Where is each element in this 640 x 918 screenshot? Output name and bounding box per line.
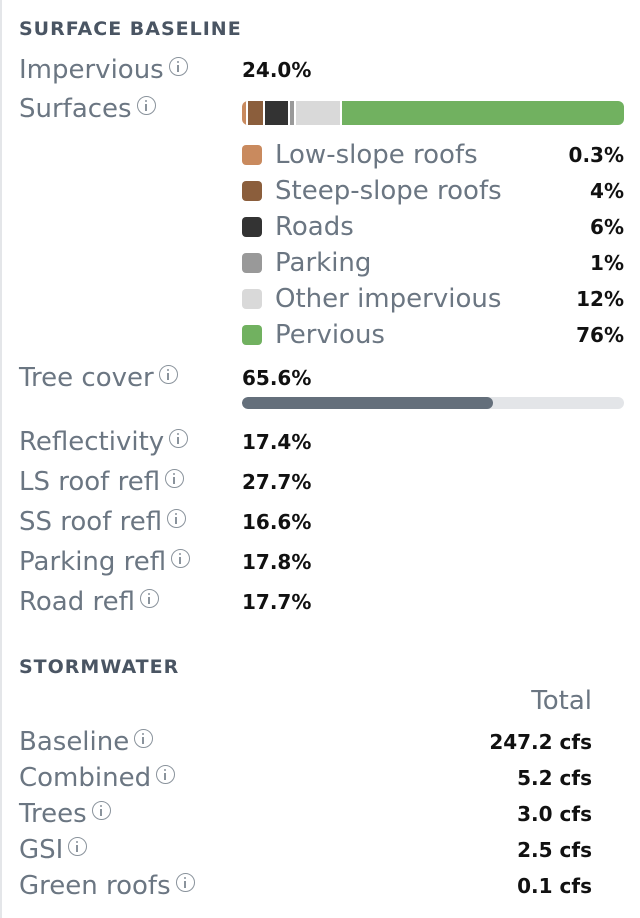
legend-label: Low-slope roofs <box>275 140 478 170</box>
legend-percent: 12% <box>576 287 624 311</box>
stormwater-baseline-row: Baseline 247.2 cfs <box>19 727 592 757</box>
surfaces-stacked-bar <box>242 101 624 125</box>
legend-label: Other impervious <box>275 284 502 314</box>
info-icon[interactable] <box>165 469 185 488</box>
legend-item-roads: Roads 6% <box>242 212 624 242</box>
info-icon[interactable] <box>68 837 88 856</box>
reflectivity-row: Reflectivity 17.4% <box>19 427 624 457</box>
info-icon[interactable] <box>168 57 188 76</box>
reflectivity-value: 17.4% <box>242 430 312 454</box>
tree-cover-progress-bar <box>242 397 624 409</box>
legend-label: Parking <box>275 248 372 278</box>
legend-percent: 0.3% <box>568 143 624 167</box>
road-refl-row: Road refl 17.7% <box>19 587 624 617</box>
parking-refl-row: Parking refl 17.8% <box>19 547 624 577</box>
green-roofs-value: 0.1 cfs <box>517 874 592 898</box>
info-icon[interactable] <box>169 429 189 448</box>
legend-swatch <box>242 145 262 165</box>
gsi-label: GSI <box>19 835 64 865</box>
legend-label: Steep-slope roofs <box>275 176 502 206</box>
legend-item-pervious: Pervious 76% <box>242 320 624 350</box>
ss-roof-refl-row: SS roof refl 16.6% <box>19 507 624 537</box>
stormwater-combined-row: Combined 5.2 cfs <box>19 763 592 793</box>
tree-cover-row: Tree cover 65.6% <box>19 363 624 393</box>
legend-item-low-slope-roofs: Low-slope roofs 0.3% <box>242 140 624 170</box>
info-icon[interactable] <box>136 96 156 115</box>
legend-percent: 4% <box>590 179 624 203</box>
info-icon[interactable] <box>158 365 178 384</box>
info-icon[interactable] <box>171 549 191 568</box>
legend-item-other-impervious: Other impervious 12% <box>242 284 624 314</box>
legend-swatch <box>242 253 262 273</box>
combined-value: 5.2 cfs <box>517 766 592 790</box>
combined-label: Combined <box>19 763 152 793</box>
tree-cover-value: 65.6% <box>242 366 312 390</box>
ls-roof-refl-value: 27.7% <box>242 470 312 494</box>
green-roofs-label: Green roofs <box>19 871 171 901</box>
reflectivity-label: Reflectivity <box>19 427 165 457</box>
legend-item-parking: Parking 1% <box>242 248 624 278</box>
surfaces-bar-segment-other-impervious <box>295 101 343 125</box>
tree-cover-label: Tree cover <box>19 363 154 393</box>
surfaces-bar-segment-roads <box>265 101 290 125</box>
surface-baseline-heading: SURFACE BASELINE <box>19 18 242 40</box>
baseline-value: 247.2 cfs <box>489 730 592 754</box>
legend-swatch <box>242 325 262 345</box>
legend-swatch <box>242 217 262 237</box>
panel-left-border <box>0 0 2 918</box>
surfaces-bar-segment-steep-slope-roofs <box>248 101 266 125</box>
parking-refl-value: 17.8% <box>242 550 312 574</box>
road-refl-label: Road refl <box>19 587 135 617</box>
legend-swatch <box>242 181 262 201</box>
info-icon[interactable] <box>91 801 111 820</box>
surfaces-bar-segment-pervious <box>342 101 624 125</box>
ls-roof-refl-row: LS roof refl 27.7% <box>19 467 624 497</box>
legend-percent: 76% <box>576 323 624 347</box>
ss-roof-refl-label: SS roof refl <box>19 507 163 537</box>
legend-percent: 1% <box>590 251 624 275</box>
gsi-value: 2.5 cfs <box>517 838 592 862</box>
parking-refl-label: Parking refl <box>19 547 167 577</box>
impervious-value: 24.0% <box>242 58 312 82</box>
impervious-label: Impervious <box>19 55 164 85</box>
impervious-row: Impervious 24.0% <box>19 55 624 85</box>
info-icon[interactable] <box>156 765 176 784</box>
total-column-header: Total <box>531 686 592 716</box>
trees-label: Trees <box>19 799 87 829</box>
legend-swatch <box>242 289 262 309</box>
info-icon[interactable] <box>140 589 159 608</box>
surfaces-label: Surfaces <box>19 94 132 124</box>
legend-label: Roads <box>275 212 354 242</box>
info-icon[interactable] <box>134 729 154 748</box>
stormwater-gsi-row: GSI 2.5 cfs <box>19 835 592 865</box>
stormwater-trees-row: Trees 3.0 cfs <box>19 799 592 829</box>
info-icon[interactable] <box>175 873 195 892</box>
ls-roof-refl-label: LS roof refl <box>19 467 161 497</box>
legend-label: Pervious <box>275 320 385 350</box>
trees-value: 3.0 cfs <box>517 802 592 826</box>
legend-percent: 6% <box>590 215 624 239</box>
baseline-label: Baseline <box>19 727 130 757</box>
stormwater-heading: STORMWATER <box>19 656 180 678</box>
stormwater-green-roofs-row: Green roofs 0.1 cfs <box>19 871 592 901</box>
tree-cover-progress-fill <box>242 397 493 409</box>
road-refl-value: 17.7% <box>242 590 312 614</box>
info-icon[interactable] <box>167 509 187 528</box>
legend-item-steep-slope-roofs: Steep-slope roofs 4% <box>242 176 624 206</box>
ss-roof-refl-value: 16.6% <box>242 510 312 534</box>
